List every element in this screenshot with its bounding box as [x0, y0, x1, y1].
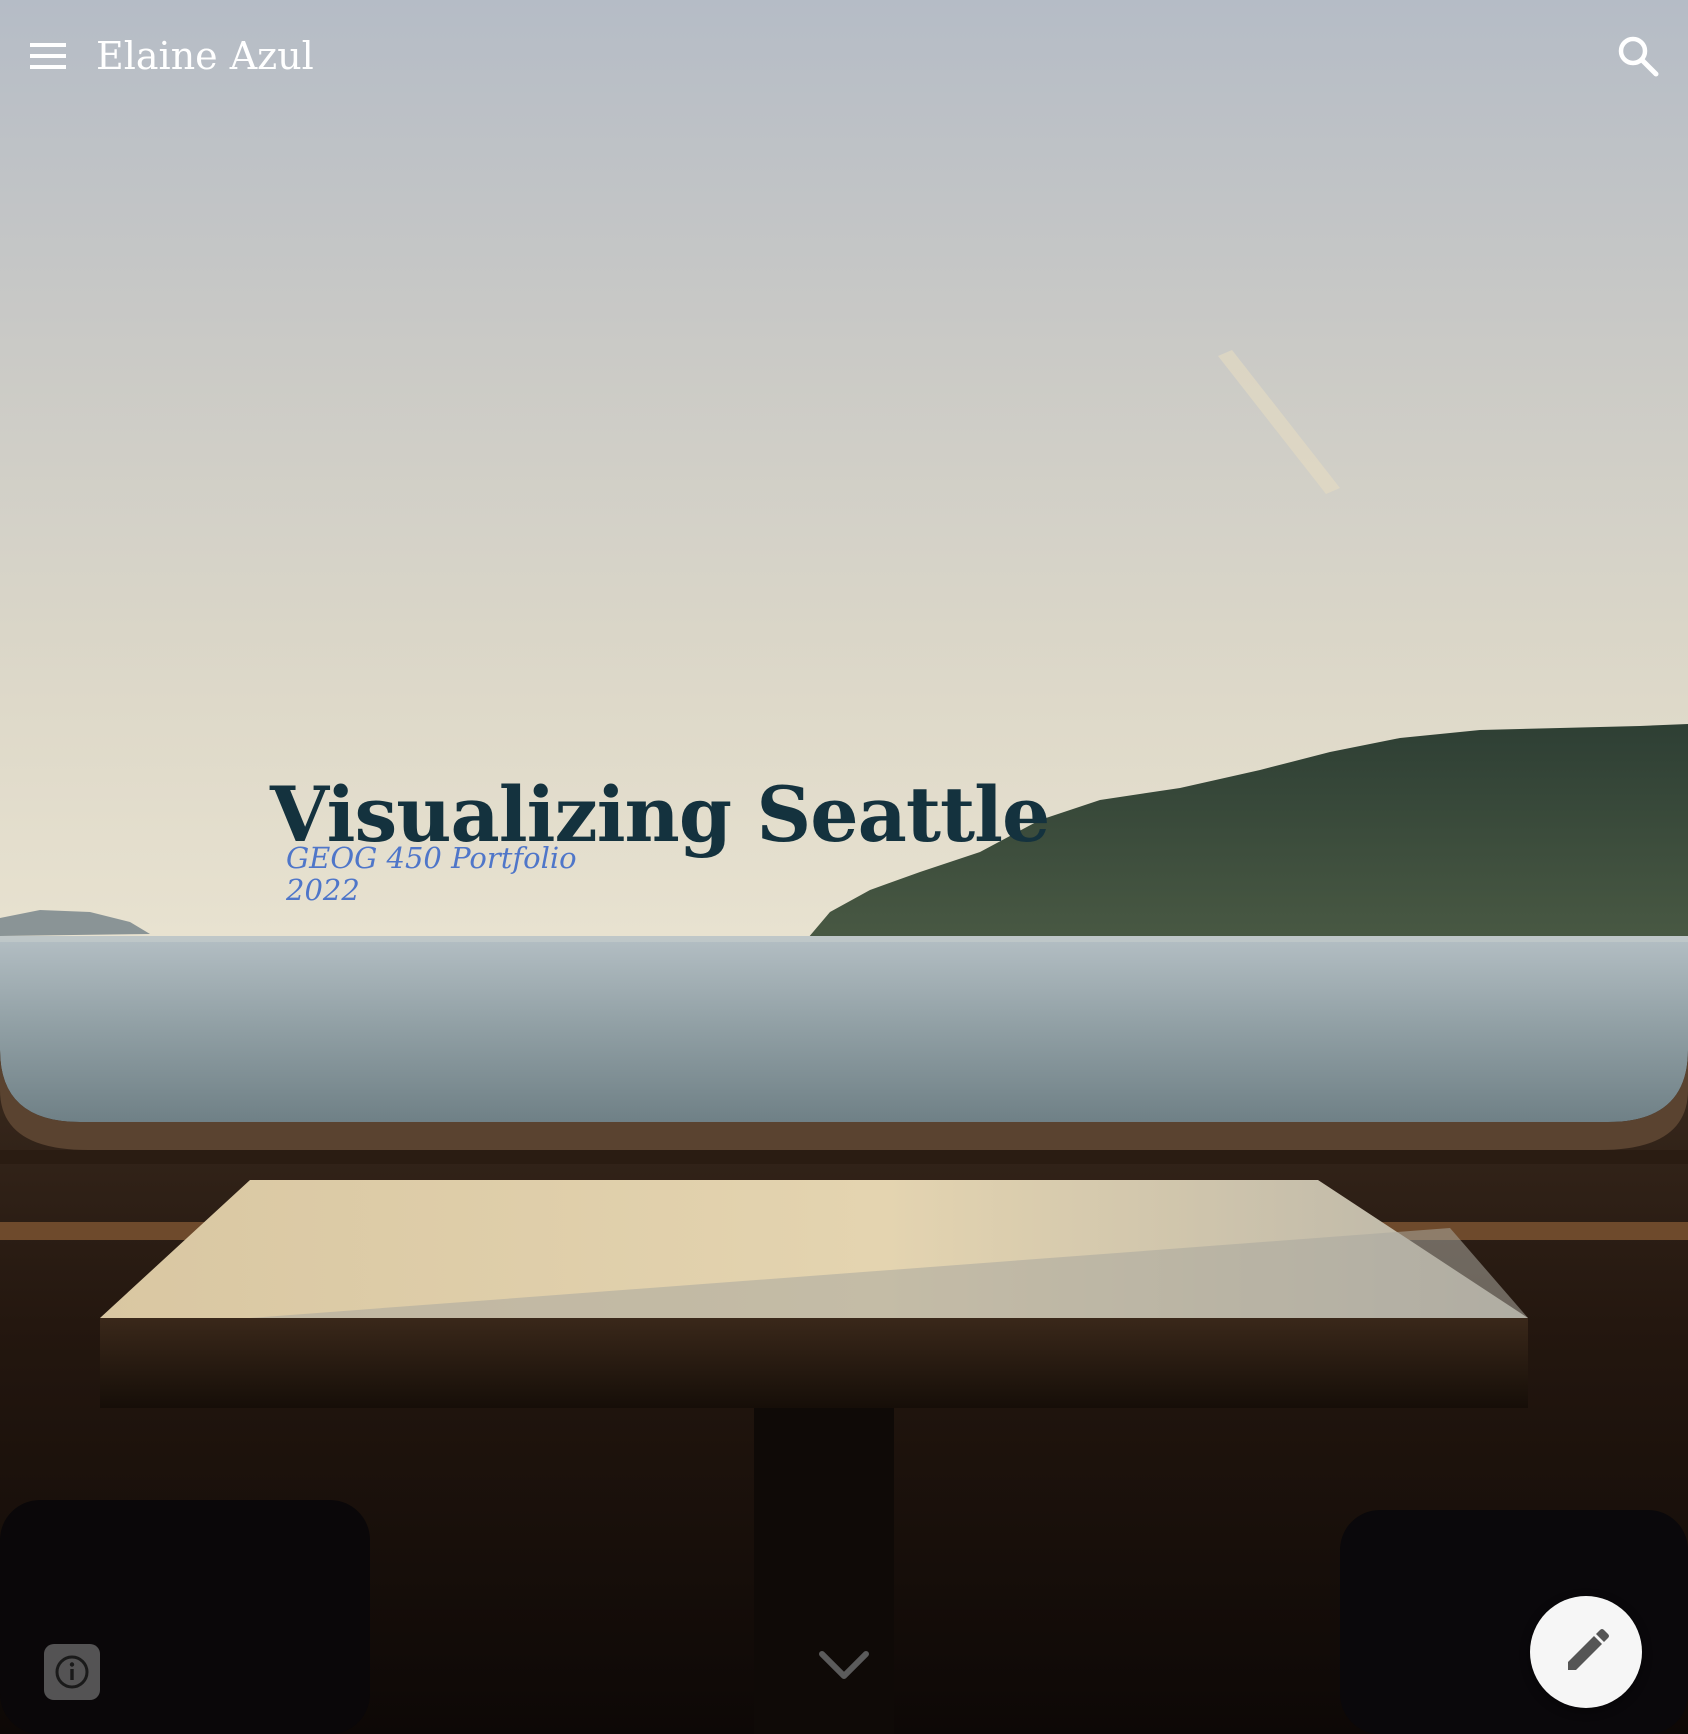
subtitle-year: 2022 [286, 873, 360, 907]
hamburger-menu-icon[interactable] [24, 32, 72, 80]
search-icon[interactable] [1612, 30, 1664, 82]
site-title[interactable]: Elaine Azul [96, 28, 314, 84]
edit-button[interactable] [1530, 1596, 1642, 1708]
chevron-down-icon[interactable] [812, 1634, 876, 1698]
hero-title-block: Visualizing Seattle GEOG 450 Portfolio 2… [270, 766, 1050, 907]
info-icon[interactable] [44, 1644, 100, 1700]
hero-section: Elaine Azul Visualizing Seattle GEOG 450… [0, 0, 1688, 1734]
top-app-bar: Elaine Azul [0, 0, 1688, 112]
pencil-icon [1568, 1629, 1609, 1670]
